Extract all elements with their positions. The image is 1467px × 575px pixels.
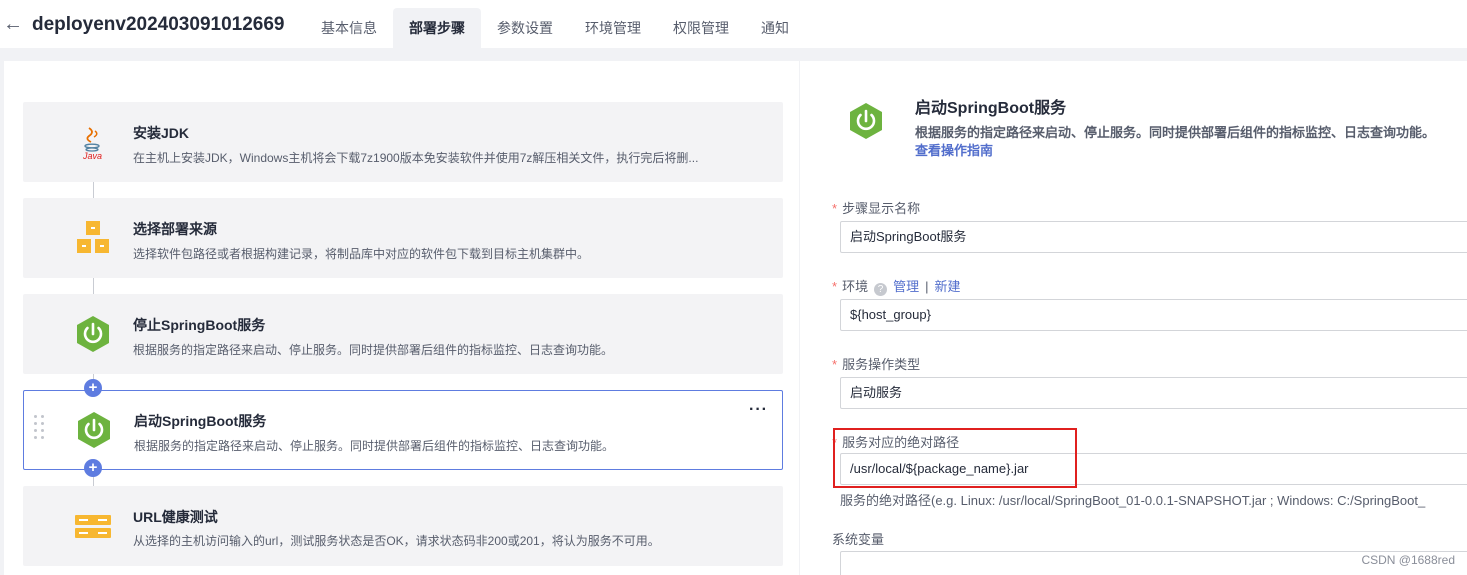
step-desc: 选择软件包路径或者根据构建记录，将制品库中对应的软件包下载到目标主机集群中。 <box>133 247 590 261</box>
add-step-button[interactable]: + <box>84 459 102 477</box>
environment-label: * 环境? 管理 | 新建 <box>832 279 961 296</box>
springboot-power-icon <box>846 101 886 141</box>
tab-basic-info[interactable]: 基本信息 <box>305 8 393 48</box>
tab-parameters[interactable]: 参数设置 <box>481 8 569 48</box>
step-card-url-health[interactable]: URL健康测试 从选择的主机访问输入的url，测试服务状态是否OK，请求状态码非… <box>23 486 783 566</box>
step-list-panel: Java 安装JDK 在主机上安装JDK，Windows主机将会下载7z1900… <box>4 61 799 575</box>
display-name-label: * 步骤显示名称 <box>832 201 921 216</box>
step-connector <box>93 278 94 294</box>
step-desc: 根据服务的指定路径来启动、停止服务。同时提供部署后组件的指标监控、日志查询功能。 <box>134 439 615 453</box>
step-card-install-jdk[interactable]: Java 安装JDK 在主机上安装JDK，Windows主机将会下载7z1900… <box>23 102 783 182</box>
step-title: 安装JDK <box>133 125 190 141</box>
highlight-box <box>833 428 1077 488</box>
tab-notifications[interactable]: 通知 <box>745 8 805 48</box>
step-card-stop-springboot[interactable]: 停止SpringBoot服务 根据服务的指定路径来启动、停止服务。同时提供部署后… <box>23 294 783 374</box>
package-boxes-icon <box>73 218 113 258</box>
operation-type-label: * 服务操作类型 <box>832 357 921 372</box>
environment-select[interactable]: ${host_group} <box>840 299 1467 331</box>
create-environment-link[interactable]: 新建 <box>934 279 960 294</box>
java-icon: Java <box>73 122 113 162</box>
step-title: 选择部署来源 <box>133 221 217 237</box>
display-name-input[interactable]: 启动SpringBoot服务 <box>840 221 1467 253</box>
more-options-icon[interactable]: ··· <box>749 401 768 419</box>
page-title: deployenv202403091012669 <box>32 14 285 35</box>
springboot-power-icon <box>74 410 114 450</box>
step-card-deploy-source[interactable]: 选择部署来源 选择软件包路径或者根据构建记录，将制品库中对应的软件包下载到目标主… <box>23 198 783 278</box>
server-health-icon <box>73 506 113 546</box>
drag-handle-icon[interactable] <box>34 415 46 445</box>
manage-environment-link[interactable]: 管理 <box>893 279 919 294</box>
help-icon[interactable]: ? <box>874 283 888 296</box>
step-desc: 根据服务的指定路径来启动、停止服务。同时提供部署后组件的指标监控、日志查询功能。 <box>133 343 614 357</box>
tab-environments[interactable]: 环境管理 <box>569 8 657 48</box>
watermark: CSDN @1688red <box>1361 553 1455 567</box>
operation-type-select[interactable]: 启动服务 <box>840 377 1467 409</box>
step-title: 停止SpringBoot服务 <box>133 317 266 333</box>
step-desc: 在主机上安装JDK，Windows主机将会下载7z1900版本免安装软件并使用7… <box>133 151 699 165</box>
env-vars-label: 系统变量 <box>832 532 885 547</box>
tab-permissions[interactable]: 权限管理 <box>657 8 745 48</box>
operation-guide-link[interactable]: 查看操作指南 <box>915 140 993 159</box>
step-title: URL健康测试 <box>133 509 218 525</box>
step-desc: 从选择的主机访问输入的url，测试服务状态是否OK，请求状态码非200或201，… <box>133 534 660 548</box>
step-detail-panel: 启动SpringBoot服务 根据服务的指定路径来启动、停止服务。同时提供部署后… <box>800 61 1467 575</box>
detail-title: 启动SpringBoot服务 <box>915 100 1067 117</box>
tab-bar: 基本信息 部署步骤 参数设置 环境管理 权限管理 通知 <box>305 8 805 48</box>
svg-text:Java: Java <box>82 151 102 161</box>
springboot-power-icon <box>73 314 113 354</box>
abs-path-hint: 服务的绝对路径(e.g. Linux: /usr/local/SpringBoo… <box>840 493 1426 508</box>
arrow-left-icon[interactable]: ← <box>2 12 24 36</box>
page-header: ← deployenv202403091012669 基本信息 部署步骤 参数设… <box>0 0 1467 48</box>
tab-deploy-steps[interactable]: 部署步骤 <box>393 8 481 48</box>
detail-desc: 根据服务的指定路径来启动、停止服务。同时提供部署后组件的指标监控、日志查询功能。 <box>915 125 1436 140</box>
step-connector <box>93 182 94 198</box>
step-card-start-springboot[interactable]: 启动SpringBoot服务 根据服务的指定路径来启动、停止服务。同时提供部署后… <box>23 390 783 470</box>
add-step-button[interactable]: + <box>84 379 102 397</box>
step-title: 启动SpringBoot服务 <box>134 413 267 429</box>
